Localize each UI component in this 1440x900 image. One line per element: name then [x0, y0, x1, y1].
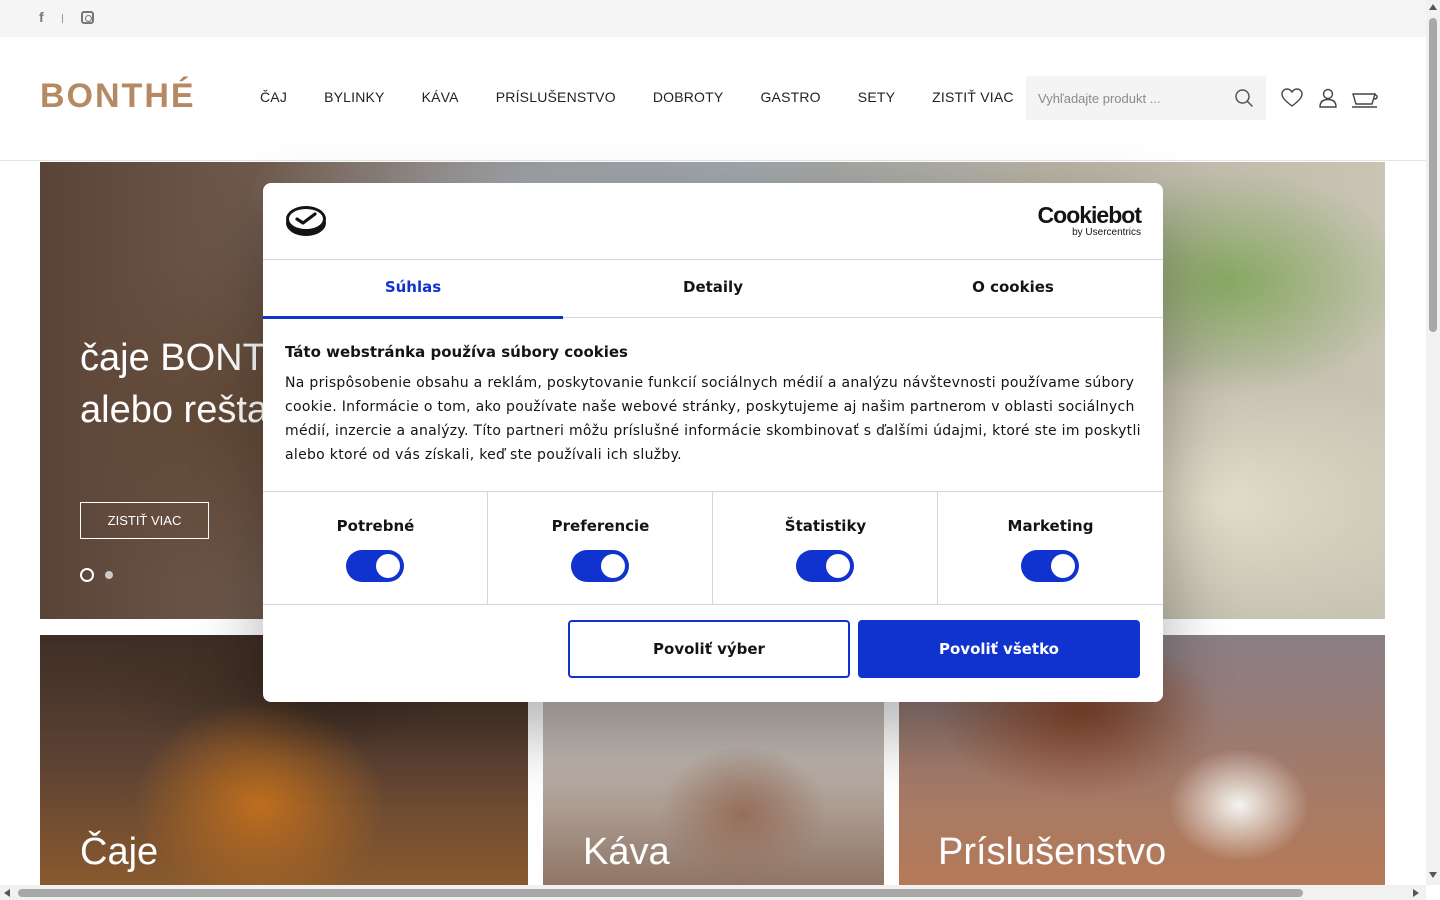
nav-item-sety[interactable]: SETY	[858, 89, 895, 105]
social-bar: f	[0, 0, 1426, 37]
nav-item-prislusenstvo[interactable]: PRÍSLUŠENSTVO	[496, 89, 616, 105]
consent-category-marketing: Marketing	[938, 492, 1163, 605]
main-nav: ČAJ BYLINKY KÁVA PRÍSLUŠENSTVO DOBROTY G…	[260, 89, 1051, 105]
scroll-up-icon[interactable]	[1429, 4, 1437, 10]
cart-icon[interactable]	[1351, 87, 1379, 109]
site-header: BONTHÉ ČAJ BYLINKY KÁVA PRÍSLUŠENSTVO DO…	[0, 37, 1426, 161]
tab-detaily[interactable]: Detaily	[563, 260, 863, 318]
category-name: Marketing	[1007, 517, 1094, 535]
scroll-left-icon[interactable]	[4, 889, 10, 897]
nav-item-gastro[interactable]: GASTRO	[760, 89, 820, 105]
vertical-scrollbar[interactable]	[1426, 0, 1440, 885]
vertical-scrollbar-thumb[interactable]	[1429, 18, 1437, 332]
nav-item-kava[interactable]: KÁVA	[422, 89, 459, 105]
nav-item-zistit-viac[interactable]: ZISTIŤ VIAC	[932, 89, 1014, 105]
dialog-title: Táto webstránka používa súbory cookies	[285, 343, 628, 361]
dialog-tabs: Súhlas Detaily O cookies	[263, 260, 1163, 319]
category-label: Čaje	[80, 831, 159, 873]
hero-cta-button[interactable]: ZISTIŤ VIAC	[80, 502, 209, 539]
user-icon[interactable]	[1317, 87, 1339, 109]
nav-item-dobroty[interactable]: DOBROTY	[653, 89, 724, 105]
horizontal-scrollbar-thumb[interactable]	[18, 889, 1303, 897]
search-box	[1026, 76, 1266, 120]
scroll-right-icon[interactable]	[1413, 889, 1419, 897]
consent-category-potrebne: Potrebné	[263, 492, 488, 605]
heart-icon[interactable]	[1281, 87, 1303, 109]
category-label: Káva	[583, 831, 670, 873]
slider-dot-active[interactable]	[80, 568, 94, 582]
dialog-header: Cookiebot by Usercentrics	[263, 183, 1163, 260]
allow-all-button[interactable]: Povoliť všetko	[858, 620, 1140, 678]
tab-suhlas[interactable]: Súhlas	[263, 260, 563, 319]
search-input[interactable]	[1026, 76, 1226, 120]
category-name: Preferencie	[551, 517, 650, 535]
category-label: Príslušenstvo	[938, 831, 1167, 873]
toggle-potrebne[interactable]	[346, 550, 404, 582]
scroll-down-icon[interactable]	[1429, 872, 1437, 878]
search-icon[interactable]	[1234, 88, 1254, 108]
toggle-marketing[interactable]	[1021, 550, 1079, 582]
nav-item-bylinky[interactable]: BYLINKY	[324, 89, 385, 105]
social-separator	[62, 14, 63, 23]
toggle-preferencie[interactable]	[571, 550, 629, 582]
site-logo[interactable]: BONTHÉ	[40, 77, 196, 116]
consent-category-preferencie: Preferencie	[488, 492, 713, 605]
category-name: Štatistiky	[784, 517, 867, 535]
slider-dot[interactable]	[105, 571, 113, 579]
brand-name: Cookiebot	[1037, 202, 1142, 228]
cookiebot-logo-icon	[286, 206, 326, 236]
facebook-icon[interactable]: f	[39, 9, 49, 25]
cookiebot-brand[interactable]: Cookiebot by Usercentrics	[1037, 202, 1142, 238]
instagram-icon[interactable]	[81, 11, 94, 24]
toggle-statistiky[interactable]	[796, 550, 854, 582]
consent-categories: Potrebné Preferencie Štatistiky Marketin…	[263, 491, 1163, 605]
dialog-description: Na prispôsobenie obsahu a reklám, poskyt…	[285, 375, 1141, 463]
horizontal-scrollbar[interactable]	[0, 885, 1426, 900]
consent-category-statistiky: Štatistiky	[713, 492, 938, 605]
cookie-consent-dialog: Cookiebot by Usercentrics Súhlas Detaily…	[263, 183, 1163, 702]
tab-o-cookies[interactable]: O cookies	[863, 260, 1163, 318]
brand-subtitle: by Usercentrics	[1072, 227, 1141, 238]
category-name: Potrebné	[336, 517, 415, 535]
allow-selection-button[interactable]: Povoliť výber	[568, 620, 850, 678]
nav-item-caj[interactable]: ČAJ	[260, 89, 287, 105]
